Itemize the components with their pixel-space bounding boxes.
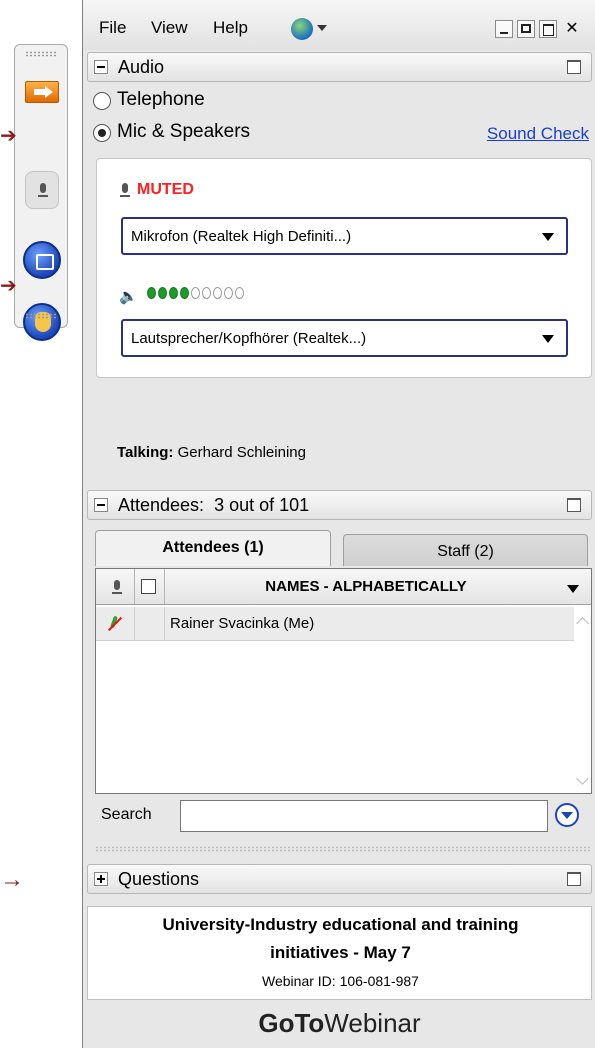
mic-icon [37,183,49,199]
names-column-header[interactable]: NAMES - ALPHABETICALLY [176,578,556,595]
popout-icon[interactable] [567,872,581,886]
talking-indicator: Talking: Gerhard Schleining [117,444,306,461]
menu-bar: File View Help ✕ [83,0,595,50]
microphone-toggle-button[interactable] [25,171,59,209]
minimize-button[interactable] [495,20,513,38]
chevron-down-icon [542,233,554,241]
level-dot [235,287,244,299]
tab-attendees[interactable]: Attendees (1) [95,530,331,566]
audio-section-title: Audio [118,57,165,77]
scroll-down-icon[interactable] [576,772,589,785]
resize-grip[interactable] [95,846,592,852]
level-dot [224,287,233,299]
telephone-label: Telephone [117,89,205,110]
scrollbar[interactable] [574,607,591,793]
column-divider [164,607,165,640]
grip-handle-top[interactable] [25,51,57,57]
attendees-section-header[interactable]: Attendees: 3 out of 101 [87,490,592,520]
close-button[interactable]: ✕ [563,20,581,38]
microphone-device-value: Mikrofon (Realtek High Definiti...) [131,228,352,245]
screen-column-icon[interactable] [141,579,156,594]
scroll-up-icon[interactable] [576,617,589,630]
show-hide-panel-button[interactable] [25,81,59,103]
control-panel: File View Help ✕ Audio Telephone Mic & S… [82,0,595,1048]
pointer-arrow-icon: ➔ [0,125,17,147]
muted-status: MUTED [137,181,194,198]
sound-check-link[interactable]: Sound Check [487,124,589,144]
chevron-down-icon[interactable] [567,585,579,593]
search-label: Search [101,806,152,823]
menu-help[interactable]: Help [213,18,248,38]
questions-section-header[interactable]: Questions [87,864,592,894]
mic-speakers-label: Mic & Speakers [117,121,251,142]
speaker-device-value: Lautsprecher/Kopfhörer (Realtek...) [131,330,367,347]
collapse-icon[interactable] [94,60,108,74]
webinar-info: University-Industry educational and trai… [87,906,592,1000]
level-dot [158,287,167,299]
grip-handle-bottom[interactable] [25,313,57,319]
brand-part2: Webinar [324,1008,421,1038]
microphone-icon [119,183,131,199]
expand-icon[interactable] [94,872,108,886]
popout-icon[interactable] [567,498,581,512]
level-dot [169,287,178,299]
column-divider [134,569,135,604]
level-dot [180,287,189,299]
attendee-list-header: NAMES - ALPHABETICALLY [96,569,591,605]
popout-icon[interactable] [567,60,581,74]
chevron-down-icon[interactable] [317,25,327,31]
level-dot [147,287,156,299]
attendee-name: Rainer Svacinka (Me) [170,615,315,632]
search-options-button[interactable] [555,803,579,827]
globe-icon[interactable] [291,18,313,40]
chevron-down-icon [542,335,554,343]
audio-settings-box: MUTED Mikrofon (Realtek High Definiti...… [96,158,592,378]
floating-control-bar [14,44,68,341]
menu-file[interactable]: File [99,18,126,38]
audio-section-header[interactable]: Audio [87,52,592,82]
attendee-list: NAMES - ALPHABETICALLY Rainer Svacinka (… [95,568,592,794]
screen-share-button[interactable] [23,241,61,279]
speaker-icon: 🔈 [119,288,138,305]
brand-logo: GoToWebinar [83,1008,595,1039]
mic-column-icon[interactable] [111,580,123,596]
talking-name: Gerhard Schleining [177,444,306,461]
questions-section-title: Questions [118,869,200,889]
pointer-arrow-icon: ➔ [0,275,17,297]
collapse-icon[interactable] [94,498,108,512]
pointer-arrow-icon: → [0,866,24,893]
level-dot [202,287,211,299]
column-divider [134,607,135,640]
webinar-id: Webinar ID: 106-081-987 [262,973,419,989]
microphone-select[interactable]: Mikrofon (Realtek High Definiti...) [121,217,568,255]
speaker-level-meter [147,287,244,299]
search-input[interactable] [180,800,548,832]
attendees-section-title: Attendees: 3 out of 101 [118,495,310,515]
level-dot [191,287,200,299]
telephone-radio[interactable] [93,92,111,110]
tab-staff[interactable]: Staff (2) [343,534,588,566]
speaker-select[interactable]: Lautsprecher/Kopfhörer (Realtek...) [121,319,568,357]
brand-part1: GoTo [258,1008,325,1038]
column-divider [164,569,165,604]
raise-hand-button[interactable] [23,303,61,341]
maximize-button[interactable] [517,20,535,38]
mic-muted-icon[interactable] [106,616,122,632]
popout-button[interactable] [539,20,557,38]
level-dot [213,287,222,299]
webinar-title-line2: initiatives - May 7 [270,943,411,962]
table-row[interactable]: Rainer Svacinka (Me) [96,607,574,641]
menu-view[interactable]: View [151,18,188,38]
webinar-title-line1: University-Industry educational and trai… [162,915,519,934]
talking-label: Talking: [117,444,174,461]
mic-speakers-radio[interactable] [93,124,111,142]
